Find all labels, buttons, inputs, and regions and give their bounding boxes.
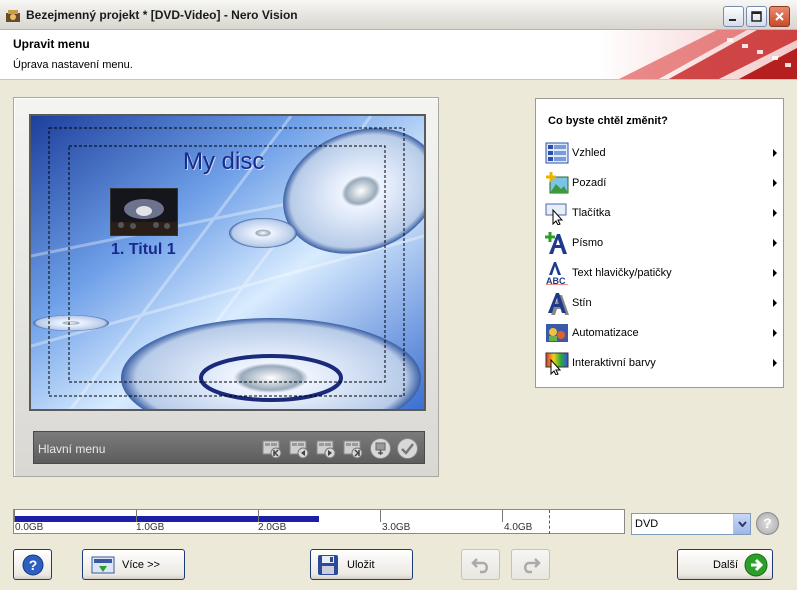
- disc-type-value: DVD: [635, 518, 659, 530]
- submenu-arrow-icon: [773, 359, 777, 367]
- option-label: Pozadí: [572, 177, 607, 189]
- svg-text:ABC: ABC: [546, 276, 566, 285]
- shadow-icon: [548, 293, 569, 315]
- capacity-tick-line: [258, 510, 259, 522]
- capacity-tick-line: [502, 510, 503, 522]
- capacity-help-button[interactable]: ?: [756, 512, 779, 535]
- more-button-label: Více >>: [122, 558, 160, 571]
- option-label: Písmo: [572, 237, 604, 249]
- save-button-label: Uložit: [347, 558, 375, 571]
- next-arrow-icon: [744, 553, 768, 576]
- option-label: Vzhled: [572, 147, 606, 159]
- customize-options-panel: Co byste chtěl změnit? Vzhled Pozadí Tla…: [535, 98, 784, 388]
- page-header: Upravit menu Úprava nastavení menu.: [0, 30, 797, 80]
- menu-preview-screen[interactable]: My disc 1. Titul 1: [29, 114, 426, 411]
- option-pozadi[interactable]: Pozadí: [543, 170, 779, 196]
- question-mark-icon: ?: [763, 515, 772, 531]
- header-film-decoration-icon: [597, 30, 797, 79]
- menu-remote-icon[interactable]: [369, 437, 392, 460]
- close-icon: [775, 12, 784, 21]
- submenu-arrow-icon: [773, 329, 777, 337]
- capacity-tick-line: [136, 510, 137, 522]
- help-icon: ?: [22, 554, 43, 575]
- option-label: Automatizace: [572, 327, 639, 339]
- next-page-icon[interactable]: [315, 437, 338, 460]
- option-automatizace[interactable]: Automatizace: [543, 320, 779, 346]
- chevron-down-icon: [737, 521, 747, 527]
- next-button-label: Další: [712, 558, 738, 571]
- submenu-arrow-icon: [773, 209, 777, 217]
- confirm-check-icon[interactable]: [396, 437, 419, 460]
- disc-type-select[interactable]: DVD: [631, 513, 751, 535]
- automation-icon: [546, 324, 568, 342]
- preview-navigation-bar: Hlavní menu: [33, 431, 425, 464]
- save-button[interactable]: Uložit: [310, 549, 413, 580]
- option-pismo[interactable]: Písmo: [543, 230, 779, 256]
- dropdown-button[interactable]: [733, 514, 750, 534]
- title-1-label[interactable]: 1. Titul 1: [111, 241, 176, 259]
- title-bar[interactable]: Bezejmenný projekt * [DVD-Video] - Nero …: [0, 0, 797, 30]
- panel-heading: Co byste chtěl změnit?: [548, 115, 668, 127]
- capacity-tick-line: [380, 510, 381, 522]
- svg-text:?: ?: [28, 557, 37, 573]
- window-title: Bezejmenný projekt * [DVD-Video] - Nero …: [26, 8, 298, 22]
- option-text-hlavicky[interactable]: ABC Text hlavičky/patičky: [543, 260, 779, 286]
- option-label: Interaktivní barvy: [572, 357, 656, 369]
- option-label: Tlačítka: [572, 207, 611, 219]
- submenu-arrow-icon: [773, 269, 777, 277]
- interactive-colors-icon: [545, 352, 569, 375]
- page-subtitle: Úprava nastavení menu.: [13, 59, 133, 71]
- capacity-limit-marker: [549, 510, 550, 534]
- nero-vision-app-icon: [6, 10, 20, 22]
- option-tlacitka[interactable]: Tlačítka: [543, 200, 779, 226]
- next-button[interactable]: Další: [677, 549, 773, 580]
- capacity-tick-label: 4.0GB: [504, 522, 533, 533]
- option-stin[interactable]: Stín: [543, 290, 779, 316]
- capacity-tick-label: 1.0GB: [136, 522, 165, 533]
- maximize-icon: [751, 11, 762, 22]
- header-footer-text-icon: ABC: [546, 262, 568, 285]
- first-page-icon[interactable]: [261, 437, 284, 460]
- minimize-button[interactable]: [723, 6, 744, 27]
- save-disk-icon: [318, 554, 338, 575]
- option-vzhled[interactable]: Vzhled: [543, 140, 779, 166]
- font-icon: [545, 232, 567, 254]
- title-1-thumbnail[interactable]: [110, 188, 178, 236]
- capacity-tick-line: [14, 510, 15, 522]
- buttons-icon: [545, 203, 567, 225]
- layout-icon: [545, 142, 569, 164]
- submenu-arrow-icon: [773, 149, 777, 157]
- disc-capacity-bar: 0.0GB 1.0GB 2.0GB 3.0GB 4.0GB: [13, 509, 625, 534]
- redo-icon: [523, 557, 541, 573]
- submenu-arrow-icon: [773, 239, 777, 247]
- help-button[interactable]: ?: [13, 549, 52, 580]
- capacity-tick-label: 0.0GB: [15, 522, 44, 533]
- previous-page-icon[interactable]: [288, 437, 311, 460]
- disc-title-text[interactable]: My disc: [183, 148, 264, 176]
- menu-preview-frame: My disc 1. Titul 1 Hlavní menu: [13, 97, 439, 477]
- option-interaktivni-barvy[interactable]: Interaktivní barvy: [543, 350, 779, 376]
- background-icon: [546, 172, 569, 194]
- submenu-arrow-icon: [773, 299, 777, 307]
- last-page-icon[interactable]: [342, 437, 365, 460]
- undo-button[interactable]: [461, 549, 500, 580]
- capacity-tick-label: 3.0GB: [382, 522, 411, 533]
- redo-button[interactable]: [511, 549, 550, 580]
- concert-thumbnail-image: [111, 189, 177, 235]
- option-label: Text hlavičky/patičky: [572, 267, 672, 279]
- minimize-icon: [729, 19, 736, 21]
- more-options-icon: [91, 556, 115, 573]
- more-button[interactable]: Více >>: [82, 549, 185, 580]
- undo-icon: [470, 557, 488, 573]
- submenu-arrow-icon: [773, 179, 777, 187]
- capacity-tick-label: 2.0GB: [258, 522, 287, 533]
- page-title: Upravit menu: [13, 37, 90, 51]
- close-button[interactable]: [769, 6, 790, 27]
- current-menu-label: Hlavní menu: [38, 442, 106, 456]
- maximize-button[interactable]: [746, 6, 767, 27]
- option-label: Stín: [572, 297, 592, 309]
